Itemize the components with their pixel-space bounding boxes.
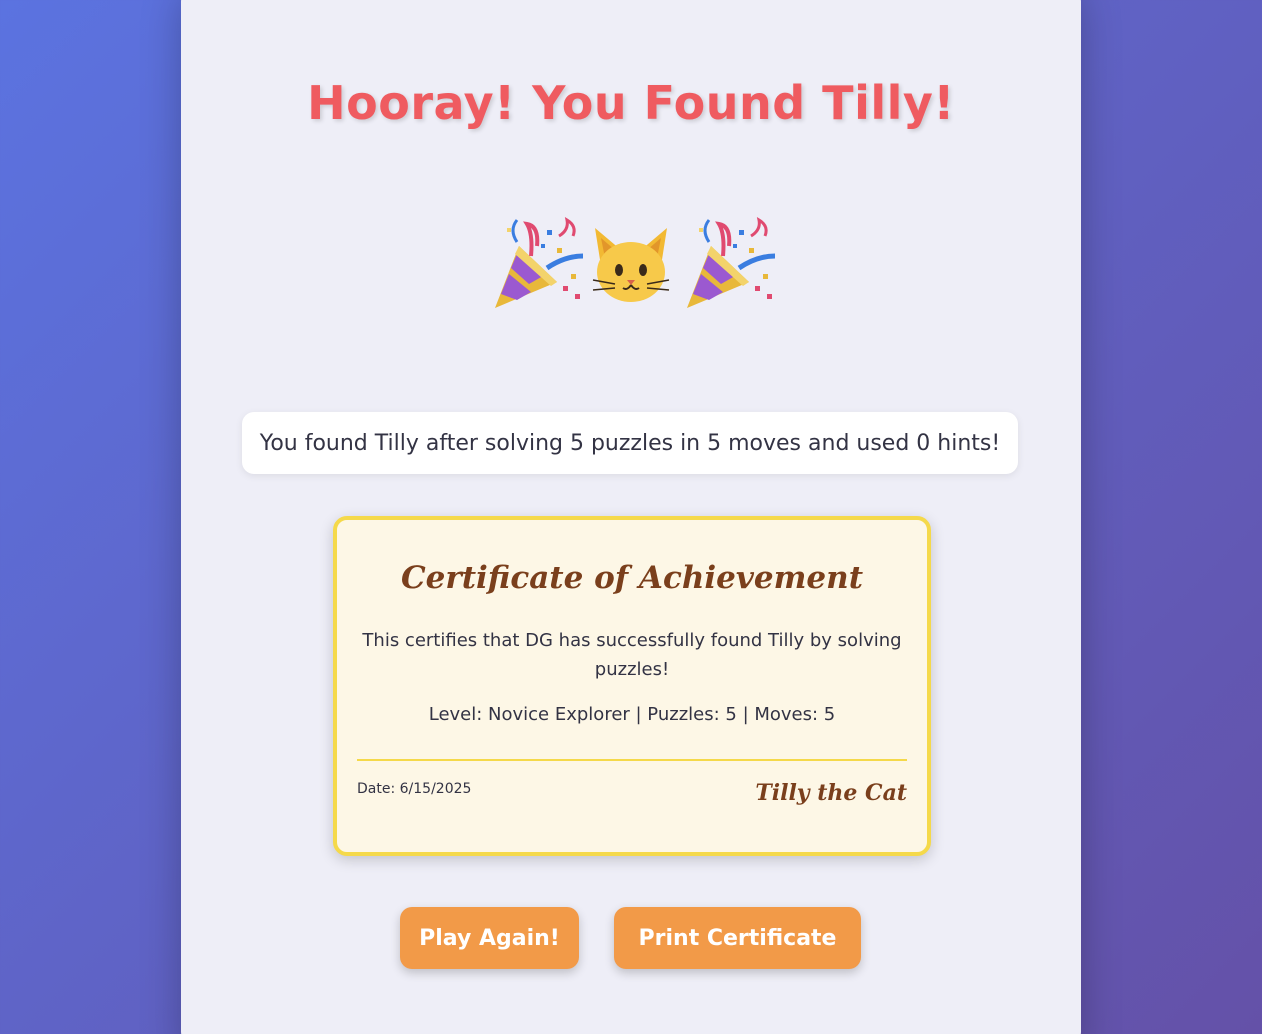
summary-text: You found Tilly after solving 5 puzzles … <box>259 430 1001 456</box>
certificate-body: This certifies that DG has successfully … <box>362 630 902 680</box>
results-card: Hooray! You Found Tilly! You found Tilly… <box>181 0 1081 1034</box>
certificate-signature: Tilly the Cat <box>755 780 907 806</box>
certificate-divider <box>357 759 907 761</box>
certificate-title: Certificate of Achievement <box>400 560 864 596</box>
results-summary: You found Tilly after solving 5 puzzles … <box>242 412 1018 474</box>
celebration-row <box>181 216 1081 312</box>
certificate-stats: Level: Novice Explorer | Puzzles: 5 | Mo… <box>428 704 836 725</box>
certificate-date: Date: 6/15/2025 <box>357 781 472 797</box>
party-popper-icon <box>487 216 583 312</box>
play-again-button[interactable]: Play Again! <box>400 907 579 969</box>
page-title: Hooray! You Found Tilly! <box>307 76 955 130</box>
certificate: Certificate of Achievement This certifie… <box>333 516 931 856</box>
print-certificate-button[interactable]: Print Certificate <box>614 907 861 969</box>
cat-face-icon <box>583 216 679 312</box>
party-popper-icon <box>679 216 775 312</box>
